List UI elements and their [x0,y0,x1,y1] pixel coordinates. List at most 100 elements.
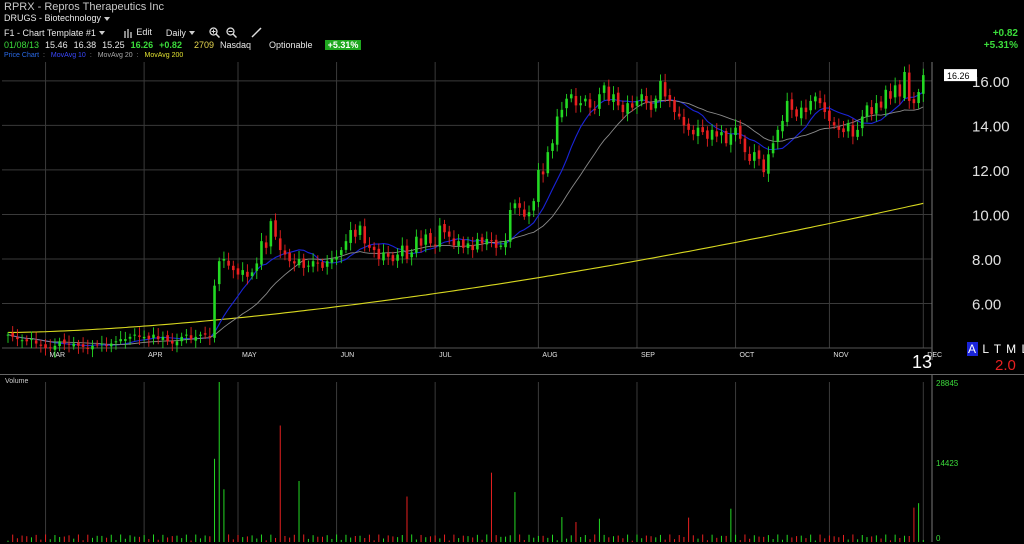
template-dropdown[interactable]: F1 - Chart Template #1 [4,28,105,38]
candle [30,331,33,349]
candle [91,340,94,358]
candle [715,123,719,143]
candle-body [227,260,230,266]
candle [612,86,615,111]
zoom-in-icon[interactable] [209,27,220,38]
interval-dropdown[interactable]: Daily [166,28,195,38]
candle-body [518,203,521,208]
candle-body [832,122,836,126]
candle [307,260,310,273]
chevron-down-icon [188,31,195,36]
candle [917,88,920,109]
candle-body [452,238,456,246]
candle-body [316,262,320,264]
candle [260,232,263,270]
chart-window: RPRX - Repros Therapeutics Inc DRUGS - B… [0,0,1024,544]
candle-body [715,131,719,137]
candle-body [508,210,512,242]
candle-body [466,243,470,249]
candle-body [499,245,503,247]
candle [879,96,883,111]
candle [720,125,723,144]
toolbar: F1 - Chart Template #1 Edit Daily [4,27,262,38]
candle [81,337,85,353]
candle [753,144,756,169]
candle [579,95,582,113]
candle-body [105,345,108,347]
candle-body [302,258,306,268]
candle [161,331,165,349]
candle [471,236,474,258]
candle-body [293,261,296,264]
industry-dropdown[interactable]: DRUGS - Biotechnology [4,13,111,23]
candle-body [170,340,174,344]
candle [724,128,728,147]
interval-label: Daily [165,27,186,38]
candle [382,244,385,266]
quote-open: 15.46 [45,40,68,50]
candle-body [743,138,747,153]
candle [208,327,212,346]
y-tick-label: 14.00 [972,118,1010,135]
candle [560,101,564,123]
quote-close: 16.26 [130,40,154,50]
altml-active[interactable]: A [967,342,979,356]
candle [396,248,399,268]
candle [551,139,554,159]
candle [687,118,690,136]
candle-body [288,252,291,262]
y-tick-label: 6.00 [972,296,1001,313]
candle-body [720,132,723,136]
candle [67,335,71,353]
ma10-line [7,91,924,347]
candle-body [659,80,662,100]
candle [837,118,841,139]
candle [616,87,620,111]
candle [621,100,625,119]
candle-body [11,332,14,337]
candle-body [767,154,770,174]
candle-body [194,336,198,341]
candle [203,326,207,340]
candle-body [241,270,244,275]
scale-number: 13 [912,352,933,372]
candle-body [95,344,99,346]
edit-button[interactable]: Edit [123,27,152,38]
candle-body [523,209,526,217]
y-tick-label: 16.00 [972,74,1010,91]
candle-body [166,335,169,342]
candle [546,146,550,177]
candle [20,334,24,349]
price-chart[interactable]: MAR APR MAY JUN JUL AUG SEP OCT NOV DEC6.008.0010… [0,58,1024,374]
candle-body [274,220,277,237]
candle [443,219,446,239]
bars-icon [123,28,132,38]
candle-body [870,107,873,115]
candle [16,329,19,347]
candle-body [161,336,165,340]
zoom-out-icon[interactable] [226,27,237,38]
candle-body [222,258,226,261]
candle-body [246,271,249,277]
candle-body [795,109,798,117]
candle-body [649,102,653,110]
candle-body [325,261,329,267]
candle [663,73,667,102]
candle [513,199,517,214]
candle [654,95,658,112]
template-label: F1 - Chart Template #1 [4,27,96,38]
candle-body [133,334,137,336]
candle-body [72,343,76,347]
candle-body [781,120,784,132]
candle-body [677,113,681,117]
candle [518,197,521,216]
altml-selector[interactable]: A L T M L [967,342,1024,356]
candle [903,66,906,102]
candle-body [311,261,315,267]
x-tick-label: MAY [242,352,257,359]
candle-body [175,341,179,346]
volume-chart[interactable]: 28845 14423 0 [0,374,1024,544]
change-right: +0.82 [992,28,1018,39]
draw-line-icon[interactable] [251,27,262,38]
candle-body [147,335,151,340]
